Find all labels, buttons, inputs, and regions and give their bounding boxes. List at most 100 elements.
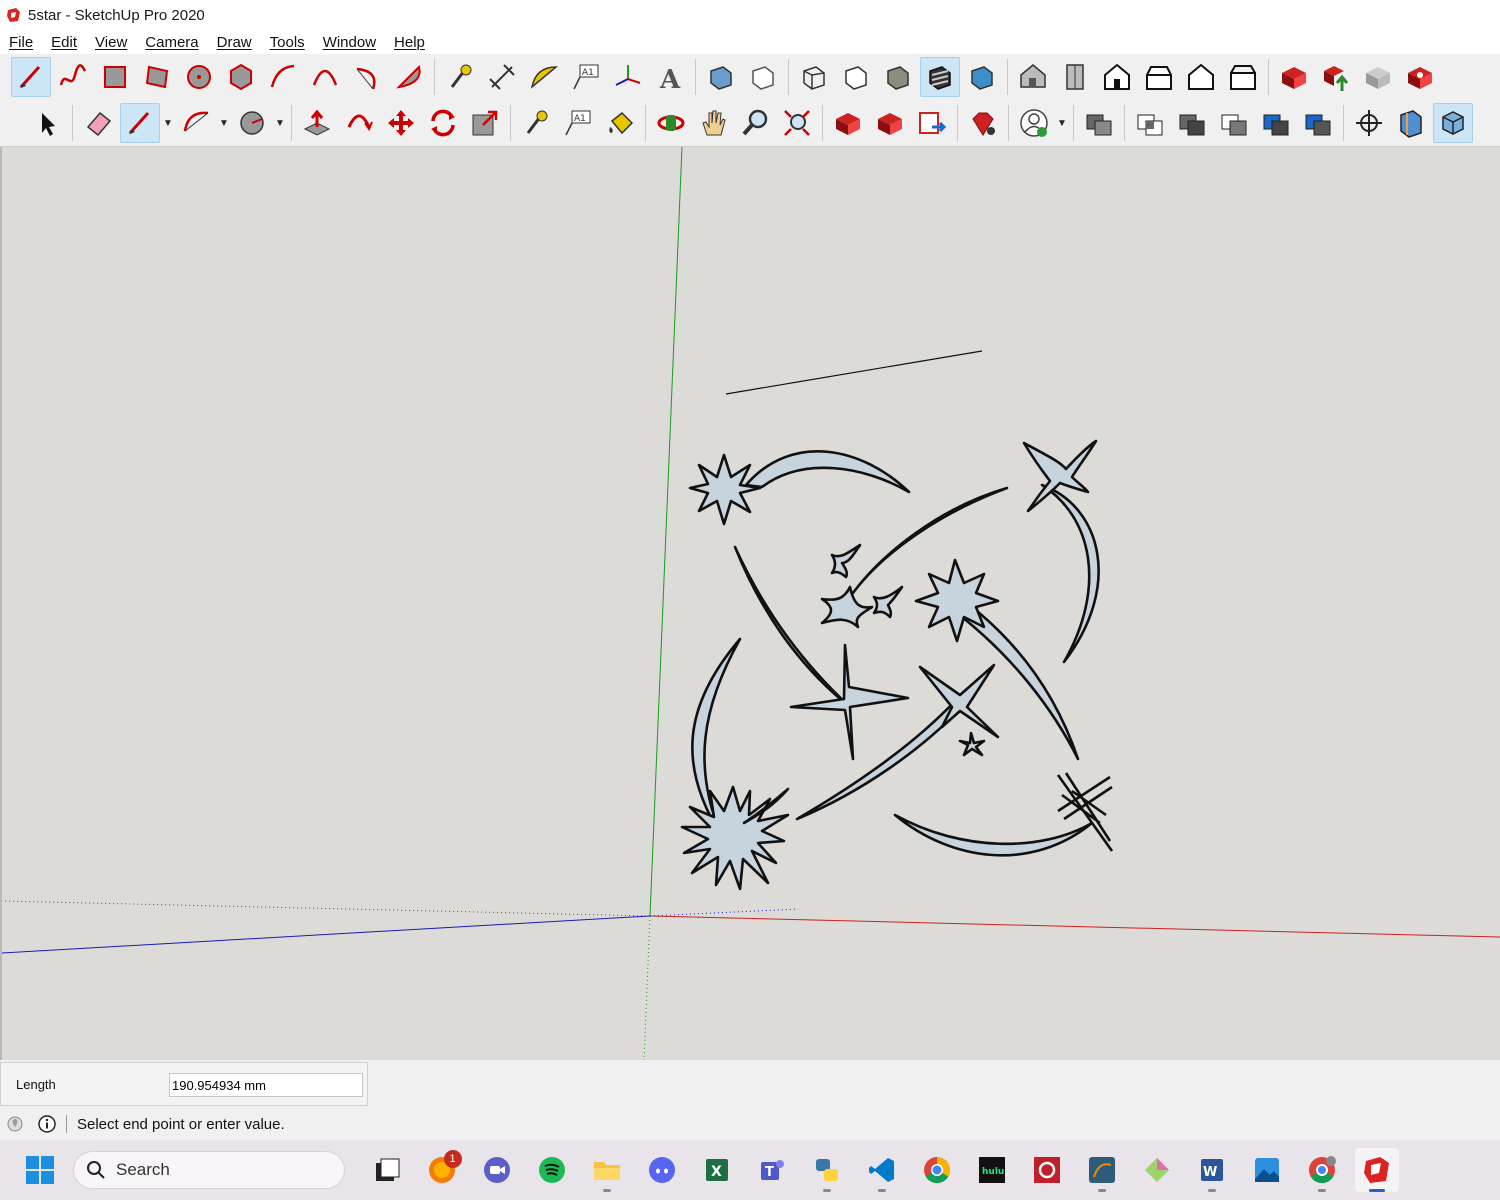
account-button[interactable] bbox=[1014, 103, 1054, 143]
star-eight-point-top-left[interactable] bbox=[688, 453, 762, 526]
measurement-input[interactable] bbox=[169, 1073, 363, 1097]
hidden-line-button[interactable] bbox=[836, 57, 876, 97]
zoom-tool-button[interactable] bbox=[735, 103, 775, 143]
share-model-button-2[interactable] bbox=[870, 103, 910, 143]
task-view-button[interactable] bbox=[365, 1148, 409, 1192]
section-plane-button[interactable] bbox=[1391, 103, 1431, 143]
extension-manager-button[interactable] bbox=[963, 103, 1003, 143]
freehand-tool-button[interactable] bbox=[53, 57, 93, 97]
union-button[interactable] bbox=[1079, 103, 1119, 143]
extension-warehouse-button[interactable] bbox=[1400, 57, 1440, 97]
photos-button[interactable] bbox=[1245, 1148, 1289, 1192]
zoom-extents-button[interactable] bbox=[777, 103, 817, 143]
sparkle-small-1[interactable] bbox=[830, 543, 862, 579]
layout-send-button[interactable] bbox=[912, 103, 952, 143]
axes-tool-button[interactable] bbox=[608, 57, 648, 97]
line-tools-dropdown[interactable]: ▼ bbox=[161, 103, 175, 143]
share-component-button[interactable] bbox=[1358, 57, 1398, 97]
three-point-arc-button[interactable] bbox=[347, 57, 387, 97]
intersect-button[interactable] bbox=[1130, 103, 1170, 143]
gitkraken-button[interactable] bbox=[1135, 1148, 1179, 1192]
scale-tool-button[interactable] bbox=[465, 103, 505, 143]
spotify-button[interactable] bbox=[530, 1148, 574, 1192]
circle-tool-button[interactable] bbox=[179, 57, 219, 97]
follow-me-button[interactable] bbox=[339, 103, 379, 143]
pie-tool-button[interactable] bbox=[389, 57, 429, 97]
shape-tools-dropdown[interactable]: ▼ bbox=[273, 103, 287, 143]
chrome-canary-button[interactable] bbox=[1300, 1148, 1344, 1192]
mysql-button[interactable] bbox=[1080, 1148, 1124, 1192]
arc-tools-dropdown[interactable]: ▼ bbox=[217, 103, 231, 143]
shaded-textures-button[interactable] bbox=[920, 57, 960, 97]
firefox-button[interactable]: 1 bbox=[420, 1148, 464, 1192]
comet-lower-center[interactable] bbox=[795, 697, 964, 821]
monochrome-button[interactable] bbox=[962, 57, 1002, 97]
move-tool-button[interactable] bbox=[381, 103, 421, 143]
chrome-button[interactable] bbox=[915, 1148, 959, 1192]
hulu-button[interactable]: hulu bbox=[970, 1148, 1014, 1192]
line-tool-button[interactable] bbox=[11, 57, 51, 97]
taskbar-search[interactable]: Search bbox=[73, 1151, 345, 1189]
comet-top-left[interactable] bbox=[744, 450, 911, 494]
discord-button[interactable] bbox=[640, 1148, 684, 1192]
menu-edit[interactable]: Edit bbox=[51, 34, 77, 51]
arc-tool-button-2[interactable] bbox=[176, 103, 216, 143]
comet-right-curve[interactable] bbox=[1040, 483, 1100, 664]
share-model-button[interactable] bbox=[1316, 57, 1356, 97]
star-artwork[interactable] bbox=[680, 439, 1114, 891]
warehouse-button-2[interactable] bbox=[828, 103, 868, 143]
left-view-button[interactable] bbox=[1223, 57, 1263, 97]
model-canvas[interactable] bbox=[2, 147, 1500, 1060]
trim-button[interactable] bbox=[1214, 103, 1254, 143]
outer-shell-button[interactable] bbox=[1298, 103, 1338, 143]
wireframe-button[interactable] bbox=[794, 57, 834, 97]
dimension-tool-button[interactable] bbox=[482, 57, 522, 97]
sketchup-button[interactable] bbox=[1354, 1148, 1399, 1192]
back-edges-button[interactable] bbox=[743, 57, 783, 97]
sparkle-small-3[interactable] bbox=[958, 731, 986, 757]
tape-measure-button-2[interactable] bbox=[516, 103, 556, 143]
3d-text-button[interactable]: A bbox=[650, 57, 690, 97]
rectangle-tool-button[interactable] bbox=[95, 57, 135, 97]
text-tool-button-2[interactable]: A1 bbox=[558, 103, 598, 143]
paint-bucket-button[interactable] bbox=[600, 103, 640, 143]
rotated-rectangle-button[interactable] bbox=[137, 57, 177, 97]
menu-help[interactable]: Help bbox=[394, 34, 425, 51]
front-view-button[interactable] bbox=[1097, 57, 1137, 97]
iso-view-button[interactable] bbox=[1013, 57, 1053, 97]
zoom-app-button[interactable] bbox=[475, 1148, 519, 1192]
menu-window[interactable]: Window bbox=[323, 34, 376, 51]
instructor-info-icon[interactable] bbox=[38, 1115, 56, 1133]
pan-tool-button[interactable] bbox=[693, 103, 733, 143]
vscode-button[interactable] bbox=[860, 1148, 904, 1192]
tape-measure-button[interactable] bbox=[440, 57, 480, 97]
circle-tool-button-2[interactable] bbox=[232, 103, 272, 143]
drawn-edge-line[interactable] bbox=[725, 350, 983, 395]
menu-draw[interactable]: Draw bbox=[217, 34, 252, 51]
file-explorer-button[interactable] bbox=[585, 1148, 629, 1192]
drawing-viewport[interactable] bbox=[0, 147, 1500, 1060]
shaded-button[interactable] bbox=[878, 57, 918, 97]
word-button[interactable]: W bbox=[1190, 1148, 1234, 1192]
view-cube-button[interactable] bbox=[1433, 103, 1473, 143]
comet-diagonal-center[interactable] bbox=[848, 486, 1009, 599]
polygon-tool-button[interactable] bbox=[221, 57, 261, 97]
two-point-arc-button[interactable] bbox=[305, 57, 345, 97]
right-view-button[interactable] bbox=[1139, 57, 1179, 97]
protractor-button[interactable] bbox=[524, 57, 564, 97]
select-tool-button[interactable] bbox=[27, 103, 67, 143]
sparkle-small-2[interactable] bbox=[872, 585, 904, 619]
warehouse-button[interactable] bbox=[1274, 57, 1314, 97]
account-dropdown[interactable]: ▼ bbox=[1055, 103, 1069, 143]
menu-camera[interactable]: Camera bbox=[145, 34, 198, 51]
position-camera-button[interactable] bbox=[1349, 103, 1389, 143]
settings-app-button[interactable] bbox=[1025, 1148, 1069, 1192]
excel-button[interactable]: X bbox=[695, 1148, 739, 1192]
xray-button[interactable] bbox=[701, 57, 741, 97]
eraser-tool-button[interactable] bbox=[78, 103, 118, 143]
menu-file[interactable]: File bbox=[9, 34, 33, 51]
comet-bottom-right[interactable] bbox=[893, 813, 1094, 857]
back-view-button[interactable] bbox=[1181, 57, 1221, 97]
line-tool-button-2[interactable] bbox=[120, 103, 160, 143]
rotate-tool-button[interactable] bbox=[423, 103, 463, 143]
